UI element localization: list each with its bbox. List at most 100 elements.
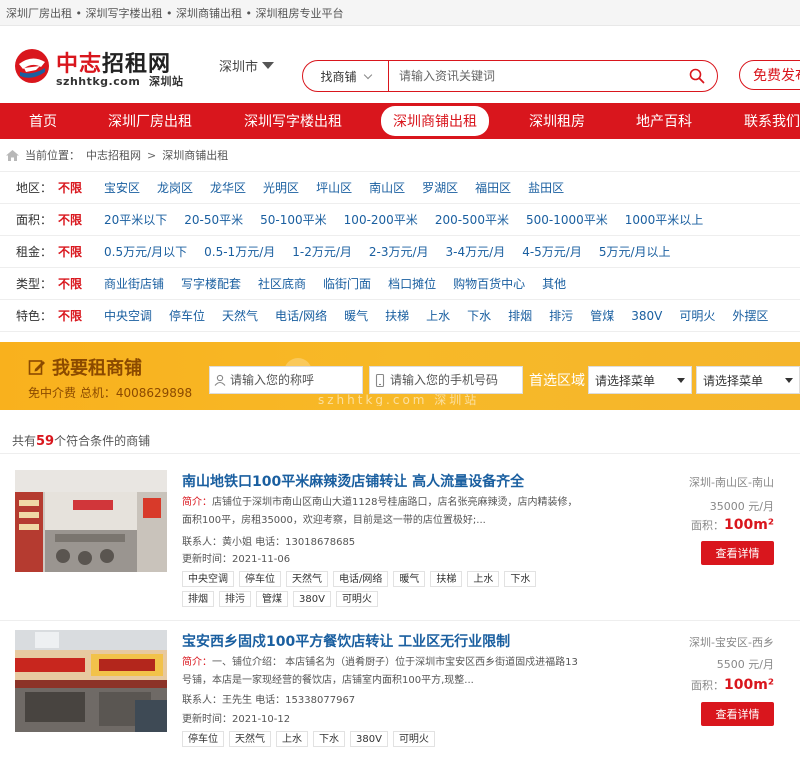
filter-option[interactable]: 0.5-1万元/月 [204,243,275,260]
listing-title[interactable]: 南山地铁口100平米麻辣烫店铺转让 高人流量设备齐全 [182,471,524,491]
filter-option[interactable]: 380V [631,309,662,323]
filter-option[interactable]: 档口摊位 [388,275,436,292]
filter-option-all[interactable]: 不限 [58,275,104,292]
filter-option[interactable]: 1-2万元/月 [292,243,352,260]
home-icon [6,149,19,161]
nav-real-estate-wiki[interactable]: 地产百科 [636,111,692,131]
search-button[interactable] [677,61,717,91]
city-selector[interactable]: 深圳市 [219,56,275,75]
filter-option[interactable]: 500-1000平米 [526,211,608,228]
filter-option[interactable]: 坪山区 [316,179,352,196]
result-count: 共有59个符合条件的商铺 [12,434,151,449]
filter-option[interactable]: 管煤 [590,307,614,324]
feature-tag: 排烟 [182,591,214,607]
caret-down-icon [262,62,275,69]
view-details-button[interactable]: 查看详情 [701,702,774,726]
filter-option[interactable]: 电话/网络 [275,307,327,324]
rent-request-banner: szhhtkg.com 深圳站 我要租商铺 免中介费 总机：4008629898… [0,342,800,410]
nav-shop-rental[interactable]: 深圳商铺出租 [381,106,489,136]
feature-tag: 扶梯 [430,571,463,587]
nav-housing-rental[interactable]: 深圳租房 [529,111,585,131]
filter-option[interactable]: 3-4万元/月 [446,243,506,260]
filter-option[interactable]: 排污 [549,307,573,324]
shop-interior-image [15,470,167,572]
listing-location: 深圳-宝安区-西乡 [689,636,774,649]
listing-photo[interactable] [15,630,167,732]
filter-option[interactable]: 罗湖区 [422,179,458,196]
filter-option[interactable]: 200-500平米 [435,211,509,228]
filter-option[interactable]: 排烟 [508,307,532,324]
site-logo[interactable]: 中志招租网 szhhtkg.com 深圳站 [14,44,194,90]
filter-option[interactable]: 天然气 [222,307,258,324]
main-nav: 首页 深圳厂房出租 深圳写字楼出租 深圳商铺出租 深圳租房 地产百科 联系我们 [0,103,800,139]
filter-option[interactable]: 写字楼配套 [181,275,241,292]
filter-option[interactable]: 临街门面 [323,275,371,292]
filter-option[interactable]: 100-200平米 [344,211,418,228]
name-input[interactable] [230,373,350,387]
filter-option[interactable]: 其他 [542,275,566,292]
filter-option[interactable]: 扶梯 [385,307,409,324]
filter-option[interactable]: 可明火 [679,307,715,324]
filter-option-all[interactable]: 不限 [58,307,104,324]
filter-option[interactable]: 外摆区 [732,307,768,324]
filter-option[interactable]: 20-50平米 [184,211,243,228]
filter-option[interactable]: 暖气 [344,307,368,324]
filter-option[interactable]: 龙岗区 [157,179,193,196]
result-count-number: 59 [36,434,55,449]
filter-option[interactable]: 下水 [467,307,491,324]
filter-option[interactable]: 中央空调 [104,307,152,324]
filter-option[interactable]: 福田区 [475,179,511,196]
filter-option[interactable]: 0.5万元/月以下 [104,243,187,260]
filter-option[interactable]: 上水 [426,307,450,324]
filter-option[interactable]: 1000平米以上 [625,211,704,228]
nav-home[interactable]: 首页 [29,111,57,131]
feature-tag: 可明火 [335,591,378,607]
watermark-text: szhhtkg.com 深圳站 [318,393,479,406]
filter-option[interactable]: 购物百货中心 [453,275,525,292]
filter-option[interactable]: 社区底商 [258,275,306,292]
region-select-1[interactable]: 请选择菜单 [588,366,692,394]
nav-office-rental[interactable]: 深圳写字楼出租 [244,111,342,131]
storefront-image [15,630,167,732]
filter-option[interactable]: 20平米以下 [104,211,167,228]
feature-tag: 管煤 [256,591,288,607]
header: 中志招租网 szhhtkg.com 深圳站 深圳市 找商铺 免费发布 [0,26,800,103]
breadcrumb-home-link[interactable]: 中志招租网 [86,147,141,163]
filter-label: 特色： [16,309,53,323]
filter-option[interactable]: 南山区 [369,179,405,196]
filter-option[interactable]: 停车位 [169,307,205,324]
filter-option[interactable]: 5万元/月以上 [599,243,671,260]
breadcrumb: 当前位置： 中志招租网 > 深圳商铺出租 [0,139,800,171]
view-details-button[interactable]: 查看详情 [701,541,774,565]
filter-option-all[interactable]: 不限 [58,211,104,228]
nav-factory-rental[interactable]: 深圳厂房出租 [108,111,192,131]
filter-option-all[interactable]: 不限 [58,179,104,196]
listing-updated: 更新时间：2021-10-12 [182,714,291,725]
filter-option[interactable]: 4-5万元/月 [522,243,582,260]
filter-option[interactable]: 50-100平米 [260,211,327,228]
filter-option[interactable]: 龙华区 [210,179,246,196]
edit-icon [28,360,45,375]
filter-option[interactable]: 2-3万元/月 [369,243,429,260]
listing-item: 宝安西乡固戍100平方餐饮店转让 工业区无行业限制 简介：一、铺位介绍： 本店铺… [0,622,800,765]
phone-input[interactable] [390,373,510,387]
region-select-2[interactable]: 请选择菜单 [696,366,800,394]
filter-option[interactable]: 盐田区 [528,179,564,196]
listing-tags: 停车位 天然气 上水 下水 380V 可明火 [182,731,572,747]
breadcrumb-current[interactable]: 深圳商铺出租 [162,147,228,163]
search-input[interactable] [389,61,677,91]
feature-tag: 中央空调 [182,571,234,587]
filter-panel: 地区： 不限 宝安区 龙岗区 龙华区 光明区 坪山区 南山区 罗湖区 福田区 盐… [0,171,800,332]
banner-subtitle: 免中介费 总机：4008629898 [28,386,193,400]
filter-option[interactable]: 商业街店铺 [104,275,164,292]
listing-area: 面积：100m² [691,517,774,533]
filter-option-all[interactable]: 不限 [58,243,104,260]
nav-contact-us[interactable]: 联系我们 [744,111,800,131]
listing-photo[interactable] [15,470,167,572]
listing-title[interactable]: 宝安西乡固戍100平方餐饮店转让 工业区无行业限制 [182,631,510,651]
search-type-dropdown[interactable]: 找商铺 [303,61,389,91]
filter-option[interactable]: 光明区 [263,179,299,196]
filter-option[interactable]: 宝安区 [104,179,140,196]
free-publish-button[interactable]: 免费发布 [739,60,800,90]
listing-contact: 联系人：黄小姐 电话：13018678685 [182,537,356,548]
